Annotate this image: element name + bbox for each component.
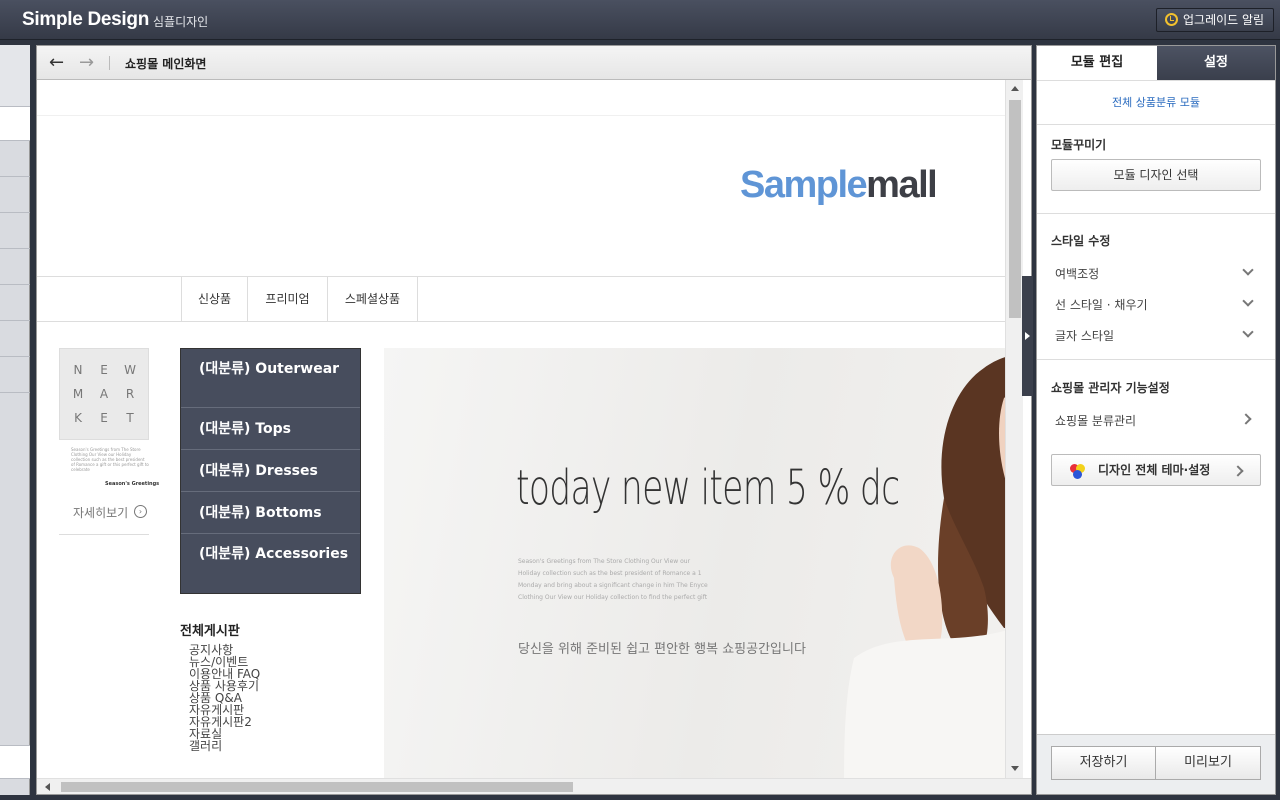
model-photo xyxy=(844,357,1005,778)
scroll-down-icon[interactable] xyxy=(1011,766,1019,771)
upgrade-alert-button[interactable]: 업그레이드 알림 xyxy=(1156,8,1274,32)
left-panel-collapsed xyxy=(0,45,30,795)
option-margin[interactable]: 여백조정 xyxy=(1055,265,1099,282)
back-arrow-icon[interactable]: ← xyxy=(49,54,64,72)
panel-action-bar: 저장하기 미리보기 xyxy=(1037,734,1275,794)
divider xyxy=(1037,359,1275,360)
option-font[interactable]: 글자 스타일 xyxy=(1055,327,1114,344)
site-logo[interactable]: Samplemall xyxy=(740,164,938,207)
toolbar-divider xyxy=(109,56,110,70)
app-logo: Simple Design xyxy=(22,9,150,30)
horizontal-scroll-thumb[interactable] xyxy=(61,782,573,792)
global-nav: 신상품 프리미엄 스페셜상품 xyxy=(37,276,1005,322)
color-palette-icon xyxy=(1073,470,1082,479)
admin-title: 쇼핑몰 관리자 기능설정 xyxy=(1051,381,1170,395)
divider xyxy=(59,534,149,535)
nm-letter: R xyxy=(125,387,135,401)
gnb-item-new[interactable]: 신상품 xyxy=(181,277,247,321)
nm-letter: K xyxy=(74,411,82,425)
board-title: 전체게시판 xyxy=(180,624,240,639)
alarm-clock-icon xyxy=(1165,13,1178,26)
left-panel-row[interactable] xyxy=(0,285,30,321)
left-panel-row[interactable] xyxy=(0,321,30,357)
divider xyxy=(1037,80,1275,81)
tab-settings[interactable]: 설정 xyxy=(1157,46,1275,80)
left-panel-footer[interactable] xyxy=(0,745,30,779)
vertical-scrollbar[interactable] xyxy=(1005,80,1023,778)
divider xyxy=(1037,124,1275,125)
hero-small-text: Season's Greetings from The Store Clothi… xyxy=(518,558,708,601)
hero-banner[interactable]: today new item 5 % dc Season's Greetings… xyxy=(384,348,1005,778)
right-panel-toggle[interactable] xyxy=(1022,276,1033,396)
hero-korean-text: 당신을 위해 준비된 쉽고 편안한 행복 쇼핑공간입니다 xyxy=(518,642,806,657)
scroll-up-icon[interactable] xyxy=(1011,86,1019,91)
theme-settings-button[interactable]: 디자인 전체 테마·설정 xyxy=(1051,454,1261,486)
site-preview: Samplemall 신상품 프리미엄 스페셜상품 N E W M A R K … xyxy=(37,80,1005,778)
scroll-left-icon[interactable] xyxy=(45,783,50,791)
category-bottoms[interactable]: (대분류) Bottoms xyxy=(181,492,360,534)
horizontal-scrollbar[interactable] xyxy=(37,778,1031,794)
chevron-down-icon[interactable] xyxy=(1242,326,1254,338)
upgrade-label: 업그레이드 알림 xyxy=(1183,13,1265,27)
chevron-down-icon[interactable] xyxy=(1242,295,1254,307)
arrow-circle-icon[interactable]: › xyxy=(134,505,147,518)
gnb-item-special[interactable]: 스페셜상품 xyxy=(327,277,418,321)
new-market-banner[interactable]: N E W M A R K E T xyxy=(59,348,149,440)
nm-letter: N xyxy=(73,363,83,377)
left-panel-row[interactable] xyxy=(0,107,30,141)
chevron-down-icon[interactable] xyxy=(1242,264,1254,276)
left-panel-row[interactable] xyxy=(0,213,30,249)
chevron-right-icon xyxy=(1232,465,1244,477)
board-item[interactable]: 갤러리 xyxy=(189,740,222,752)
category-module[interactable]: (대분류) Outerwear (대분류) Tops (대분류) Dresses… xyxy=(180,348,361,594)
gnb-item-premium[interactable]: 프리미엄 xyxy=(247,277,327,321)
more-link[interactable]: 자세히보기 xyxy=(73,504,128,521)
left-panel-row[interactable] xyxy=(0,141,30,177)
category-manage-link[interactable]: 쇼핑몰 분류관리 xyxy=(1055,412,1136,429)
tab-module-edit[interactable]: 모듈 편집 xyxy=(1037,46,1157,80)
left-panel-header xyxy=(0,45,30,107)
editor-canvas: ← → 쇼핑몰 메인화면 Samplemall 신상품 프리미엄 스페셜상품 N… xyxy=(36,45,1032,795)
category-dresses[interactable]: (대분류) Dresses xyxy=(181,450,360,492)
divider xyxy=(1037,213,1275,214)
nm-letter: E xyxy=(100,411,108,425)
category-outerwear[interactable]: (대분류) Outerwear xyxy=(181,349,360,408)
preview-button[interactable]: 미리보기 xyxy=(1155,746,1261,780)
theme-button-label: 디자인 전체 테마·설정 xyxy=(1098,463,1211,477)
category-tops[interactable]: (대분류) Tops xyxy=(181,408,360,450)
module-breadcrumb: 전체 상품분류 모듈 xyxy=(1112,96,1200,109)
module-edit-panel: 모듈 편집 설정 전체 상품분류 모듈 모듈꾸미기 모듈 디자인 선택 스타일 … xyxy=(1036,45,1276,795)
module-design-select-button[interactable]: 모듈 디자인 선택 xyxy=(1051,159,1261,191)
left-panel-row[interactable] xyxy=(0,249,30,285)
nm-letter: W xyxy=(124,363,136,377)
category-accessories[interactable]: (대분류) Accessories xyxy=(181,534,360,593)
vertical-scroll-thumb[interactable] xyxy=(1009,100,1021,318)
app-subtitle: 심플디자인 xyxy=(153,15,209,29)
new-market-signature: Season's Greetings xyxy=(105,481,160,487)
left-panel-row[interactable] xyxy=(0,177,30,213)
decorate-title: 모듈꾸미기 xyxy=(1051,138,1107,152)
page-title: 쇼핑몰 메인화면 xyxy=(125,57,207,71)
option-line-fill[interactable]: 선 스타일 · 채우기 xyxy=(1055,296,1148,313)
preview-top-strip xyxy=(37,80,1005,116)
style-title: 스타일 수정 xyxy=(1051,234,1111,248)
nm-letter: T xyxy=(126,411,134,425)
new-market-text: Season's Greetings from The Store Clothi… xyxy=(71,447,149,472)
nm-letter: A xyxy=(99,387,109,401)
save-button[interactable]: 저장하기 xyxy=(1051,746,1156,780)
canvas-toolbar: ← → 쇼핑몰 메인화면 xyxy=(37,46,1031,80)
logo-part-sample: Sample xyxy=(740,164,868,206)
nm-letter: E xyxy=(100,363,108,377)
nm-letter: M xyxy=(72,387,84,401)
logo-part-mall: mall xyxy=(866,164,938,206)
chevron-right-icon[interactable] xyxy=(1240,413,1252,425)
forward-arrow-icon[interactable]: → xyxy=(79,54,94,72)
top-bar: Simple Design 심플디자인 업그레이드 알림 xyxy=(0,0,1280,40)
left-panel-row[interactable] xyxy=(0,357,30,393)
